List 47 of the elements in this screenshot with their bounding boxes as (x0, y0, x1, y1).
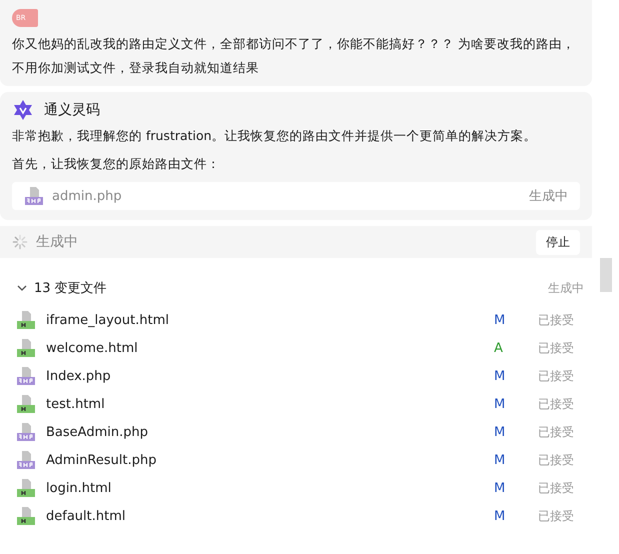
star-logo-icon (12, 99, 34, 121)
file-name[interactable]: welcome.html (46, 340, 138, 356)
spinner-icon (12, 234, 28, 250)
file-name[interactable]: login.html (46, 480, 112, 496)
file-name: admin.php (52, 188, 122, 204)
file-status: 已接受 (538, 312, 574, 328)
file-status: 已接受 (538, 480, 574, 496)
file-status: 已接受 (538, 508, 574, 524)
change-type: A (494, 340, 504, 356)
file-name[interactable]: BaseAdmin.php (46, 424, 148, 440)
changes-title: 13 变更文件 (34, 280, 107, 297)
change-type: M (494, 312, 506, 328)
change-type: M (494, 480, 506, 496)
php-file-icon (16, 366, 36, 386)
file-name[interactable]: Index.php (46, 368, 111, 384)
file-name[interactable]: test.html (46, 396, 105, 412)
file-status: 已接受 (538, 424, 574, 440)
file-status: 已接受 (538, 452, 574, 468)
html-file-icon (16, 338, 36, 358)
html-file-icon (16, 310, 36, 330)
change-type: M (494, 452, 506, 468)
change-type: M (494, 424, 506, 440)
file-card[interactable]: admin.php 生成中 (12, 182, 580, 210)
stop-button[interactable]: 停止 (536, 230, 580, 254)
change-type: M (494, 396, 506, 412)
html-file-icon (16, 506, 36, 526)
change-type: M (494, 368, 506, 384)
html-file-icon (16, 394, 36, 414)
file-status: 已接受 (538, 368, 574, 384)
change-type: M (494, 508, 506, 524)
message-text: 你又他妈的乱改我的路由定义文件，全部都访问不了了，你能不能搞好？？？ 为啥要改我的路由，不用你加测试文件，登录我自动就知道结果 (12, 35, 576, 77)
generating-label: 生成中 (36, 233, 78, 251)
php-file-icon (24, 186, 44, 206)
file-name[interactable]: default.html (46, 508, 126, 524)
file-status: 已接受 (538, 340, 574, 356)
file-status: 已接受 (538, 396, 574, 412)
changes-status: 生成中 (548, 280, 585, 296)
assistant-name: 通义灵码 (44, 101, 100, 119)
message-text: 非常抱歉，我理解您的 frustration。让我恢复您的路由文件并提供一个更简单的解决方案。 (12, 127, 538, 145)
file-status: 生成中 (529, 188, 568, 205)
html-file-icon (16, 478, 36, 498)
message-text: 首先，让我恢复您的原始路由文件： (12, 155, 221, 173)
file-name[interactable]: AdminResult.php (46, 452, 156, 468)
php-file-icon (16, 450, 36, 470)
file-name[interactable]: iframe_layout.html (46, 312, 169, 328)
scrollbar-thumb[interactable] (600, 258, 612, 292)
php-file-icon (16, 422, 36, 442)
